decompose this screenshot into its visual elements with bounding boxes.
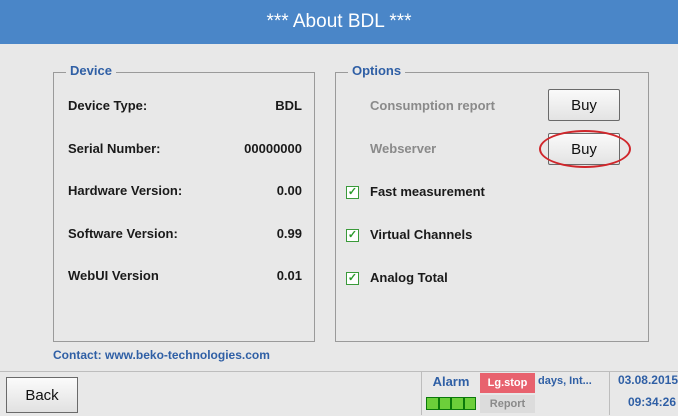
contact-text: Contact: www.beko-technologies.com <box>53 348 270 362</box>
days-interval-text: days, Int... <box>538 375 592 387</box>
logger-stop-badge[interactable]: Lg.stop <box>480 373 535 393</box>
device-type-label: Device Type: <box>68 98 148 113</box>
consumption-report-label: Consumption report <box>370 98 495 113</box>
serial-number-value: 00000000 <box>244 141 302 156</box>
options-legend: Options <box>348 63 406 78</box>
alarm-label[interactable]: Alarm <box>425 374 477 392</box>
webui-version-value: 0.01 <box>276 268 302 283</box>
footer-divider <box>609 371 610 415</box>
check-mark-icon: ✓ <box>347 272 358 284</box>
check-mark-icon: ✓ <box>347 229 358 241</box>
device-type-value: BDL <box>275 98 302 113</box>
fast-measurement-label: Fast measurement <box>370 184 485 199</box>
virtual-channels-label: Virtual Channels <box>370 227 473 242</box>
webui-version-label: WebUI Version <box>68 268 159 283</box>
serial-number-label: Serial Number: <box>68 141 161 156</box>
buy-consumption-report-button[interactable]: Buy <box>548 89 620 121</box>
software-version-value: 0.99 <box>276 226 302 241</box>
hardware-version-label: Hardware Version: <box>68 183 183 198</box>
report-badge[interactable]: Report <box>480 395 535 413</box>
analog-total-label: Analog Total <box>370 270 448 285</box>
time-text: 09:34:26 <box>627 395 676 409</box>
alarm-status-bar <box>426 397 476 410</box>
highlight-circle <box>539 130 631 168</box>
device-legend: Device <box>66 63 116 78</box>
date-text: 03.08.2015 <box>617 373 678 387</box>
window-title: *** About BDL *** <box>0 0 678 44</box>
hardware-version-value: 0.00 <box>276 183 302 198</box>
virtual-channels-checkbox[interactable]: ✓ <box>346 229 359 242</box>
analog-total-checkbox[interactable]: ✓ <box>346 272 359 285</box>
webserver-label: Webserver <box>370 141 437 156</box>
back-button[interactable]: Back <box>6 377 78 413</box>
check-mark-icon: ✓ <box>347 186 358 198</box>
fast-measurement-checkbox[interactable]: ✓ <box>346 186 359 199</box>
software-version-label: Software Version: <box>68 226 178 241</box>
footer-divider <box>421 371 422 415</box>
